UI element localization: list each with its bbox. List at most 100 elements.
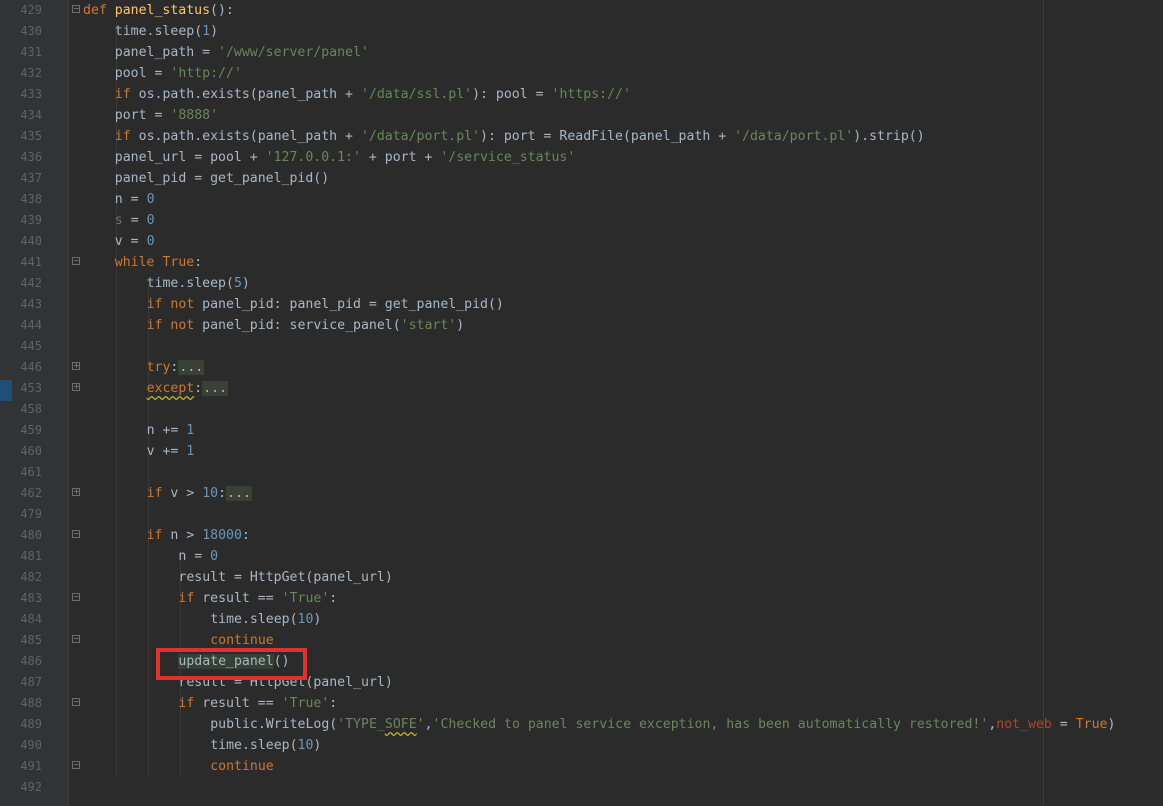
code-token: ): [241, 276, 250, 291]
fold-collapse-icon[interactable]: [72, 635, 80, 643]
code-line-459[interactable]: 459 n += 1: [0, 420, 1163, 441]
code-text: time.sleep(10): [210, 609, 321, 630]
code-line-438[interactable]: 438 n = 0: [0, 189, 1163, 210]
code-line-433[interactable]: 433 if os.path.exists(panel_path + '/data…: [0, 84, 1163, 105]
folded-code-placeholder[interactable]: ...: [226, 486, 252, 501]
code-line-483[interactable]: 483 if result == 'True':: [0, 588, 1163, 609]
line-number: 487: [20, 675, 42, 689]
fold-collapse-icon[interactable]: [72, 761, 80, 769]
code-line-482[interactable]: 482 result = HttpGet(panel_url): [0, 567, 1163, 588]
fold-collapse-icon[interactable]: [72, 698, 80, 706]
code-text: if v > 10:...: [147, 483, 252, 504]
code-token: panel_pid: panel_pid = get_panel_pid(): [202, 297, 504, 312]
code-line-458[interactable]: 458: [0, 399, 1163, 420]
code-token: ): pool =: [472, 87, 552, 102]
code-token: s: [114, 213, 123, 228]
code-line-484[interactable]: 484 time.sleep(10): [0, 609, 1163, 630]
fold-collapse-icon[interactable]: [72, 257, 80, 265]
line-number: 485: [20, 633, 42, 647]
code-token: =: [122, 213, 147, 228]
code-line-453[interactable]: 453 except:...: [0, 378, 1163, 399]
code-line-445[interactable]: 445: [0, 336, 1163, 357]
code-line-436[interactable]: 436 panel_url = pool + '127.0.0.1:' + por…: [0, 147, 1163, 168]
code-token: :: [218, 486, 227, 501]
code-line-488[interactable]: 488 if result == 'True':: [0, 693, 1163, 714]
line-number: 492: [20, 780, 42, 794]
code-token: time.sleep(: [114, 24, 203, 39]
code-text: while True:: [115, 252, 202, 273]
code-token: :: [329, 591, 338, 606]
code-text: except:...: [147, 378, 229, 399]
code-line-460[interactable]: 460 v += 1: [0, 441, 1163, 462]
code-token: 0: [146, 213, 155, 228]
code-line-439[interactable]: 439 s = 0: [0, 210, 1163, 231]
code-token: :: [194, 381, 203, 396]
code-token: public.WriteLog(: [210, 717, 338, 732]
code-token: n >: [170, 528, 203, 543]
code-line-461[interactable]: 461: [0, 462, 1163, 483]
code-text: if os.path.exists(panel_path + '/data/ss…: [115, 84, 631, 105]
line-number: 444: [20, 318, 42, 332]
line-number: 435: [20, 129, 42, 143]
code-line-442[interactable]: 442 time.sleep(5): [0, 273, 1163, 294]
code-token: 10: [297, 612, 314, 627]
code-token: n =: [114, 192, 147, 207]
folded-code-placeholder[interactable]: ...: [202, 381, 229, 396]
code-text: v = 0: [115, 231, 155, 252]
code-line-489[interactable]: 489 public.WriteLog('TYPE_SOFE','Checked …: [0, 714, 1163, 735]
code-token: '/data/port.pl': [734, 129, 854, 144]
code-line-479[interactable]: 479: [0, 504, 1163, 525]
fold-expand-icon[interactable]: [72, 383, 80, 391]
code-line-481[interactable]: 481 n = 0: [0, 546, 1163, 567]
fold-collapse-icon[interactable]: [72, 593, 80, 601]
code-line-443[interactable]: 443 if not panel_pid: panel_pid = get_pan…: [0, 294, 1163, 315]
code-editor[interactable]: 429def panel_status():430time.sleep(1)43…: [0, 0, 1163, 806]
code-token: ): [313, 738, 322, 753]
code-line-434[interactable]: 434 port = '8888': [0, 105, 1163, 126]
code-text: n = 0: [178, 546, 218, 567]
code-line-441[interactable]: 441 while True:: [0, 252, 1163, 273]
code-token: ): port = ReadFile(panel_path +: [480, 129, 735, 144]
code-line-480[interactable]: 480 if n > 18000:: [0, 525, 1163, 546]
line-number: 442: [20, 276, 42, 290]
code-line-435[interactable]: 435 if os.path.exists(panel_path + '/data…: [0, 126, 1163, 147]
code-token: 'Checked to panel service exception, has…: [432, 717, 989, 732]
code-text: panel_path = '/www/server/panel': [115, 42, 369, 63]
code-line-444[interactable]: 444 if not panel_pid: service_panel('star…: [0, 315, 1163, 336]
code-token: panel_url = pool +: [114, 150, 266, 165]
code-token: ): [456, 318, 465, 333]
code-token: '8888': [170, 108, 219, 123]
code-token: port =: [114, 108, 171, 123]
line-number: 436: [20, 150, 42, 164]
code-line-490[interactable]: 490 time.sleep(10): [0, 735, 1163, 756]
code-token: '127.0.0.1:': [265, 150, 361, 165]
code-line-440[interactable]: 440 v = 0: [0, 231, 1163, 252]
code-line-446[interactable]: 446 try:...: [0, 357, 1163, 378]
code-line-492[interactable]: 492: [0, 777, 1163, 798]
code-token: '/service_status': [440, 150, 576, 165]
line-number: 489: [20, 717, 42, 731]
code-line-432[interactable]: 432 pool = 'http://': [0, 63, 1163, 84]
code-line-431[interactable]: 431 panel_path = '/www/server/panel': [0, 42, 1163, 63]
code-line-437[interactable]: 437 panel_pid = get_panel_pid(): [0, 168, 1163, 189]
code-token: 18000: [202, 528, 242, 543]
code-token: SOFE: [384, 717, 417, 732]
code-token: panel_pid = get_panel_pid(): [114, 171, 330, 186]
fold-expand-icon[interactable]: [72, 362, 80, 370]
fold-collapse-icon[interactable]: [72, 530, 80, 538]
code-token: 1: [186, 423, 195, 438]
line-number: 481: [20, 549, 42, 563]
folded-code-placeholder[interactable]: ...: [178, 360, 205, 375]
code-line-430[interactable]: 430 time.sleep(1): [0, 21, 1163, 42]
fold-collapse-icon[interactable]: [72, 5, 80, 13]
code-line-429[interactable]: 429 def panel_status():: [0, 0, 1163, 21]
code-line-491[interactable]: 491 continue: [0, 756, 1163, 777]
code-token: time.sleep(: [210, 612, 298, 627]
code-text: time.sleep(10): [210, 735, 321, 756]
code-line-462[interactable]: 462 if v > 10:...: [0, 483, 1163, 504]
code-token: if: [146, 528, 171, 543]
code-token: def: [83, 3, 115, 18]
code-token: 'http://': [170, 66, 242, 81]
fold-expand-icon[interactable]: [72, 488, 80, 496]
code-token: if: [114, 87, 139, 102]
